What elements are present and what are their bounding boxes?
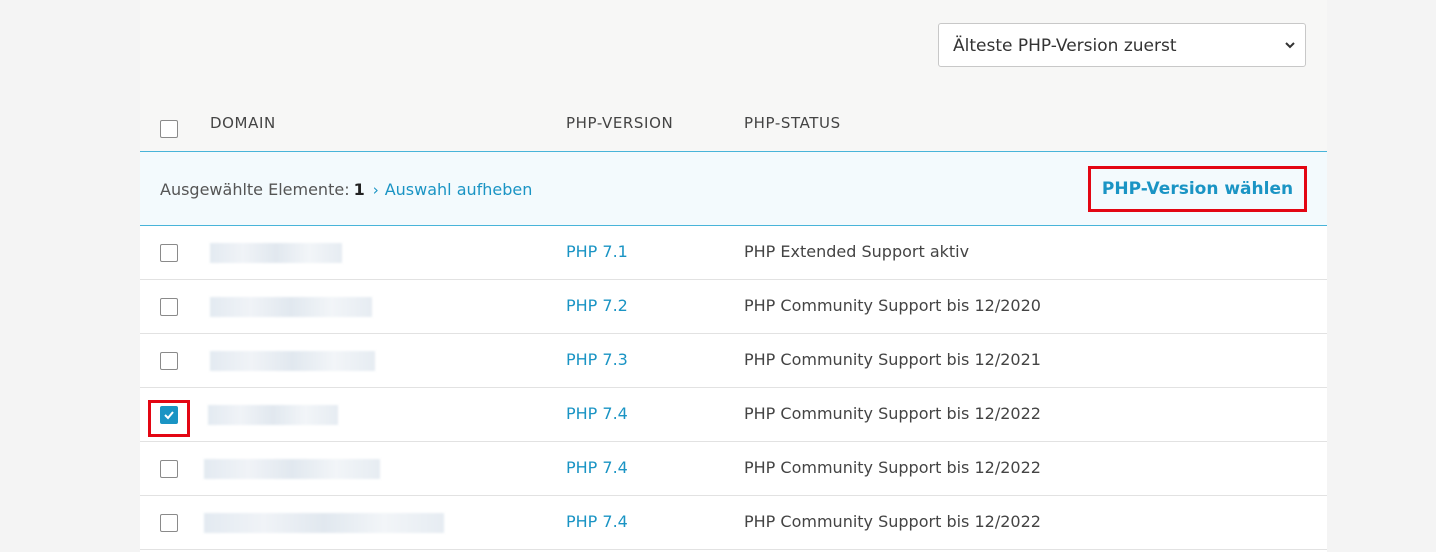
php-version-link[interactable]: PHP 7.4 (566, 458, 628, 477)
row-checkbox[interactable] (160, 514, 178, 532)
php-status: PHP Community Support bis 12/2021 (744, 350, 1041, 369)
column-header-php-version[interactable]: PHP-VERSION (566, 114, 673, 132)
checkbox-highlight (148, 400, 190, 437)
php-status: PHP Community Support bis 12/2020 (744, 296, 1041, 315)
php-version-panel: Älteste PHP-Version zuerst DOMAIN PHP-VE… (140, 0, 1327, 552)
table-row: PHP 7.3 PHP Community Support bis 12/202… (140, 334, 1327, 388)
php-status: PHP Community Support bis 12/2022 (744, 404, 1041, 423)
php-status: PHP Community Support bis 12/2022 (744, 512, 1041, 531)
php-status: PHP Extended Support aktiv (744, 242, 970, 261)
domain-name-redacted[interactable] (204, 513, 444, 533)
selection-summary: Ausgewählte Elemente: 1 › Auswahl aufheben (160, 180, 532, 199)
domain-name-redacted[interactable] (210, 243, 342, 263)
sort-select[interactable]: Älteste PHP-Version zuerst (938, 23, 1306, 67)
sort-select-value: Älteste PHP-Version zuerst (953, 36, 1177, 56)
php-version-link[interactable]: PHP 7.2 (566, 296, 628, 315)
column-header-domain[interactable]: DOMAIN (210, 114, 276, 132)
table-row: PHP 7.4 PHP Community Support bis 12/202… (140, 388, 1327, 442)
php-version-link[interactable]: PHP 7.3 (566, 350, 628, 369)
table-row: PHP 7.1 PHP Extended Support aktiv (140, 226, 1327, 280)
row-checkbox[interactable] (160, 298, 178, 316)
domain-name-redacted[interactable] (210, 297, 372, 317)
php-version-link[interactable]: PHP 7.1 (566, 242, 628, 261)
php-status: PHP Community Support bis 12/2022 (744, 458, 1041, 477)
table-row: PHP 7.4 PHP Community Support bis 12/202… (140, 442, 1327, 496)
choose-php-version-button[interactable]: PHP-Version wählen (1088, 166, 1307, 212)
domain-name-redacted[interactable] (210, 351, 375, 371)
select-all-checkbox[interactable] (160, 120, 178, 138)
clear-selection-link[interactable]: Auswahl aufheben (385, 180, 533, 199)
row-checkbox[interactable] (160, 244, 178, 262)
column-header-php-status[interactable]: PHP-STATUS (744, 114, 841, 132)
chevron-down-icon (1285, 42, 1295, 49)
row-checkbox[interactable] (160, 460, 178, 478)
php-version-link[interactable]: PHP 7.4 (566, 404, 628, 423)
chevron-right-icon: › (372, 181, 379, 199)
php-version-link[interactable]: PHP 7.4 (566, 512, 628, 531)
table-row: PHP 7.4 PHP Community Support bis 12/202… (140, 496, 1327, 550)
row-checkbox[interactable] (160, 352, 178, 370)
table-header: DOMAIN PHP-VERSION PHP-STATUS (140, 98, 1327, 151)
domain-name-redacted[interactable] (208, 405, 338, 425)
toolbar: Älteste PHP-Version zuerst (140, 0, 1327, 98)
domain-name-redacted[interactable] (204, 459, 380, 479)
selection-bar: Ausgewählte Elemente: 1 › Auswahl aufheben … (140, 151, 1327, 226)
selection-count: 1 (353, 180, 365, 199)
selection-label: Ausgewählte Elemente: (160, 180, 350, 199)
table-row: PHP 7.2 PHP Community Support bis 12/202… (140, 280, 1327, 334)
